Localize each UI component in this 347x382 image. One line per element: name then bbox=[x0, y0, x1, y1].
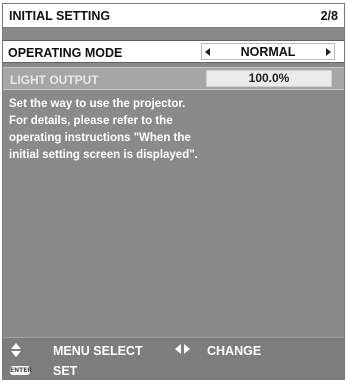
description-line: For details, please refer to the bbox=[9, 115, 173, 127]
operating-mode-label: OPERATING MODE bbox=[8, 46, 123, 60]
menu-select-hint: MENU SELECT bbox=[53, 344, 143, 358]
description-text: Set the way to use the projector. For de… bbox=[9, 96, 339, 164]
light-output-value: 100.0% bbox=[206, 70, 332, 87]
key-guide-footer: MENU SELECT CHANGE ENTER SET bbox=[3, 338, 344, 379]
up-down-arrows-icon bbox=[11, 343, 21, 358]
description-line: operating instructions "When the bbox=[9, 132, 191, 144]
triangle-right-icon[interactable] bbox=[326, 48, 331, 56]
change-hint: CHANGE bbox=[207, 344, 262, 358]
menu-title: INITIAL SETTING bbox=[9, 9, 111, 23]
operating-mode-selector[interactable]: NORMAL bbox=[201, 43, 335, 60]
page-indicator: 2/8 bbox=[320, 9, 338, 23]
light-output-row: LIGHT OUTPUT 100.0% bbox=[3, 67, 344, 90]
menu-title-bar: INITIAL SETTING 2/8 bbox=[3, 4, 344, 28]
set-hint: SET bbox=[53, 364, 78, 378]
light-output-label: LIGHT OUTPUT bbox=[10, 73, 99, 87]
description-line: initial setting screen is displayed". bbox=[9, 149, 198, 161]
left-right-arrows-icon bbox=[175, 344, 191, 354]
operating-mode-row[interactable]: OPERATING MODE NORMAL bbox=[3, 40, 344, 63]
enter-key-icon: ENTER bbox=[10, 366, 32, 375]
operating-mode-value: NORMAL bbox=[240, 45, 296, 59]
description-line: Set the way to use the projector. bbox=[9, 98, 186, 110]
initial-setting-menu: INITIAL SETTING 2/8 OPERATING MODE NORMA… bbox=[2, 3, 345, 380]
